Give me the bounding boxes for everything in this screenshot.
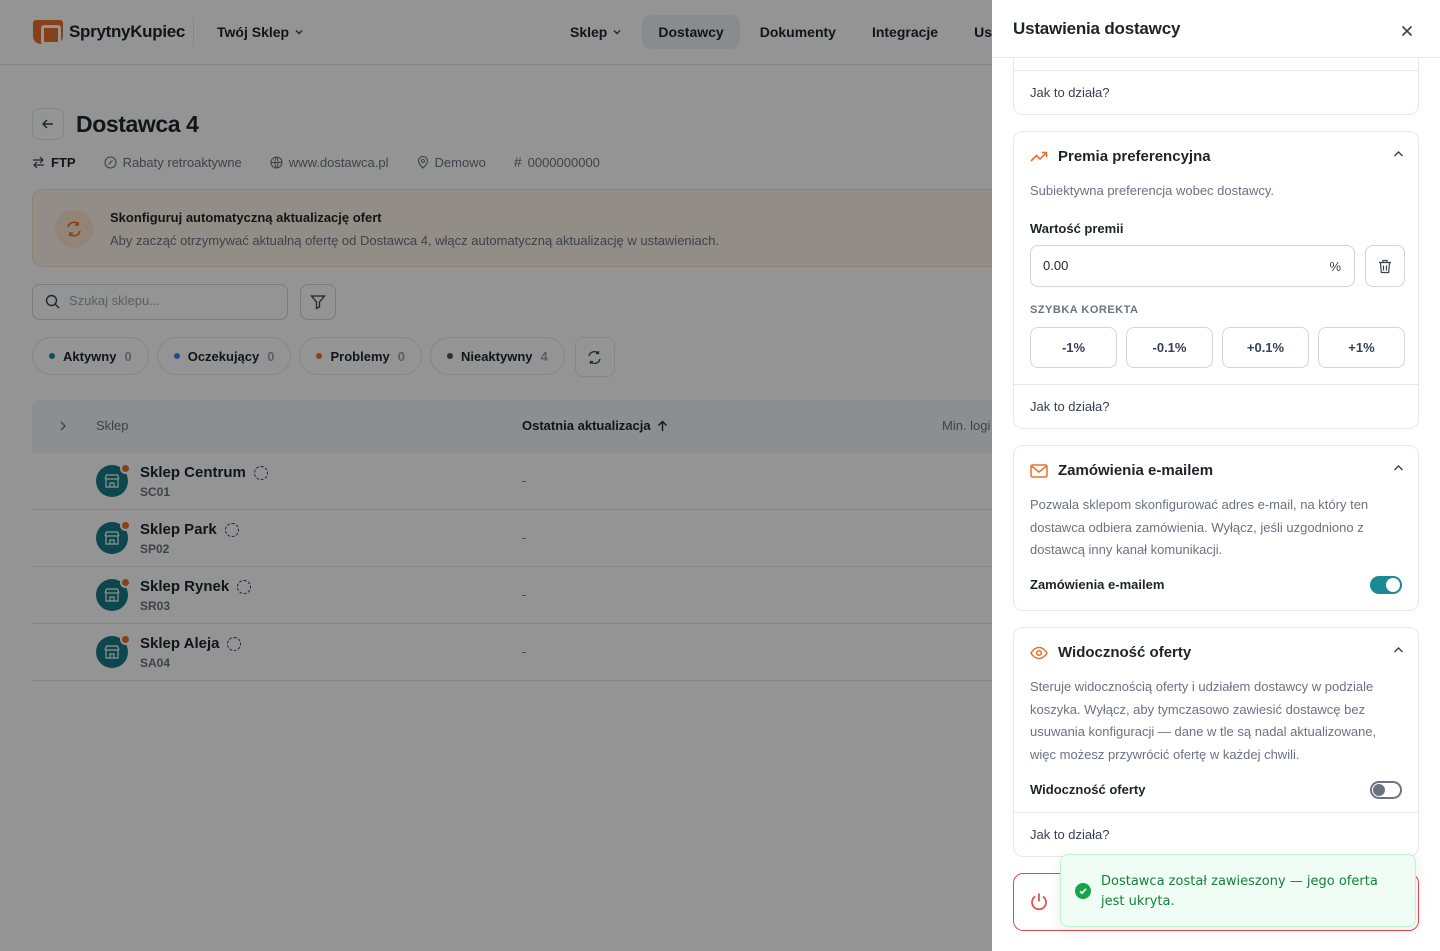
close-icon [1401,25,1413,37]
drawer-title: Ustawienia dostawcy [1013,19,1181,38]
trending-up-icon [1030,151,1048,162]
mail-icon [1030,463,1048,478]
drawer-header: Ustawienia dostawcy [992,0,1440,58]
quick-adjust-buttons: -1% -0.1% +0.1% +1% [1030,327,1405,368]
email-orders-toggle[interactable] [1370,576,1402,594]
quick-minus-1-button[interactable]: -1% [1030,327,1117,368]
premium-title: Premia preferencyjna [1058,148,1211,165]
success-toast: Dostawca został zawieszony — jego oferta… [1060,854,1416,927]
check-circle-icon [1075,883,1091,899]
email-orders-toggle-label: Zamówienia e-mailem [1030,577,1165,592]
quick-plus-1-button[interactable]: +1% [1318,327,1405,368]
delete-premium-button[interactable] [1365,245,1405,287]
quick-plus-0-1-button[interactable]: +0.1% [1222,327,1309,368]
premium-card: Premia preferencyjna Subiektywna prefere… [1013,131,1419,429]
quick-adjust-label: SZYBKA KOREKTA [1030,304,1139,316]
trash-icon [1379,259,1391,273]
premium-value-label: Wartość premii [1030,221,1124,236]
toggle-knob [1386,578,1400,592]
toast-message: Dostawca został zawieszony — jego oferta… [1101,874,1378,909]
how-it-works-link[interactable]: Jak to działa? [1030,85,1110,100]
chevron-up-icon[interactable] [1393,464,1404,472]
card-footer: Jak to działa? [1014,70,1418,115]
chevron-up-icon[interactable] [1393,150,1404,158]
toggle-knob [1373,784,1385,796]
supplier-settings-drawer: Ustawienia dostawcy Jak to działa? Premi… [992,0,1440,951]
email-orders-title: Zamówienia e-mailem [1058,462,1214,479]
offer-visibility-header[interactable]: Widoczność oferty [1030,644,1191,661]
offer-visibility-description: Steruje widocznością oferty i udziałem d… [1030,679,1377,762]
power-icon [1031,893,1047,911]
email-orders-header[interactable]: Zamówienia e-mailem [1030,462,1213,479]
offer-visibility-card: Widoczność oferty Steruje widocznością o… [1013,627,1419,857]
email-orders-description: Pozwala sklepom skonfigurować adres e-ma… [1030,497,1369,557]
offer-visibility-toggle[interactable] [1370,781,1402,799]
eye-icon [1030,646,1048,659]
chevron-up-icon[interactable] [1393,646,1404,654]
close-button[interactable] [1398,22,1416,40]
card-footer: Jak to działa? [1014,384,1418,429]
how-it-works-link[interactable]: Jak to działa? [1030,399,1110,414]
email-orders-card: Zamówienia e-mailem Pozwala sklepom skon… [1013,445,1419,611]
offer-visibility-title: Widoczność oferty [1058,644,1192,661]
premium-header[interactable]: Premia preferencyjna [1030,148,1211,165]
premium-value-input[interactable] [1043,258,1303,273]
card-footer: Jak to działa? [1014,812,1418,857]
premium-description: Subiektywna preferencja wobec dostawcy. [1030,183,1274,198]
how-it-works-link[interactable]: Jak to działa? [1030,827,1110,842]
percent-suffix: % [1329,259,1341,274]
quick-minus-0-1-button[interactable]: -0.1% [1126,327,1213,368]
offer-visibility-toggle-label: Widoczność oferty [1030,782,1146,797]
premium-value-field: % [1030,245,1355,287]
